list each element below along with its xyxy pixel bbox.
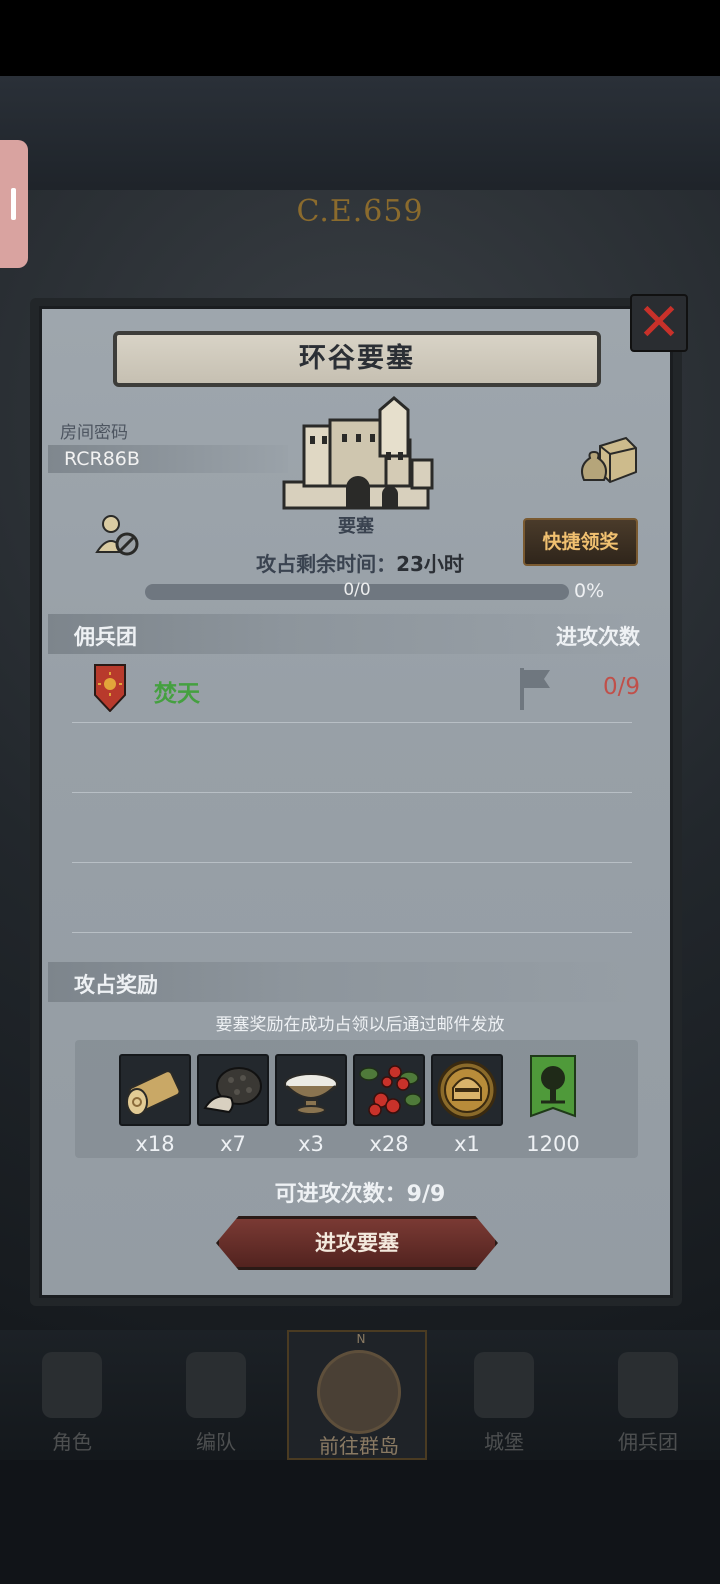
castle-icon (474, 1352, 534, 1418)
mercenary-header: 佣兵团 (74, 625, 137, 649)
ship-icon (618, 1352, 678, 1418)
knight-helmet-icon (437, 1060, 497, 1120)
available-attacks-label: 可进攻次数： (274, 1182, 407, 1207)
nav-item-mercenary[interactable]: 佣兵团 (576, 1330, 720, 1460)
era-year: C.E.659 (296, 194, 424, 229)
occupy-progress-text: 0/0 (343, 580, 371, 600)
remaining-time-value: 23小时 (396, 552, 464, 576)
reward-item[interactable]: x18 (119, 1054, 191, 1156)
side-drawer-handle[interactable] (0, 140, 28, 268)
berries-icon (359, 1065, 422, 1117)
room-code-value: RCR86B (48, 445, 288, 473)
reward-item[interactable]: 1200 (517, 1054, 589, 1156)
fortress-label: 要塞 (338, 516, 374, 537)
reward-qty: x28 (369, 1132, 409, 1156)
nav-item-character[interactable]: 角色 (0, 1330, 144, 1460)
reward-box (197, 1054, 269, 1126)
occupy-progress-percent: 0% (574, 580, 605, 602)
rewards-header: 攻占奖励 (74, 973, 158, 997)
fortress-icon (282, 396, 434, 510)
guild-name: 焚天 (154, 681, 200, 707)
truffle-icon (203, 1067, 262, 1114)
reward-item[interactable]: x28 (353, 1054, 425, 1156)
status-bar (0, 0, 720, 76)
nav-item-islands[interactable]: N 前往群岛 (287, 1330, 427, 1460)
divider (72, 862, 632, 863)
rewards-note: 要塞奖励在成功占领以后通过邮件发放 (215, 1015, 505, 1035)
attack-times-header: 进攻次数 (556, 625, 640, 649)
reward-qty: 1200 (526, 1132, 580, 1156)
reward-item[interactable]: x1 (431, 1054, 503, 1156)
divider (72, 792, 632, 793)
flag-icon (520, 668, 550, 710)
reward-qty: x18 (135, 1132, 175, 1156)
salt-bowl-icon (284, 1073, 338, 1115)
bottom-navigation: 角色 编队 N 前往群岛 城堡 佣兵团 (0, 1330, 720, 1460)
reward-box (517, 1054, 589, 1126)
helmet-squad-icon (186, 1352, 246, 1418)
green-tree-banner-icon (530, 1055, 576, 1118)
attack-fortress-button[interactable]: 进攻要塞 (216, 1216, 498, 1270)
guild-shield-icon (94, 664, 126, 712)
system-navigation-bar (0, 1460, 720, 1584)
guild-attack-count: 0/9 (602, 674, 640, 700)
reward-item[interactable]: x7 (197, 1054, 269, 1156)
reward-box (275, 1054, 347, 1126)
dialog-title: 环谷要塞 (299, 343, 415, 374)
divider (72, 932, 632, 933)
wood-log-icon (126, 1070, 181, 1116)
reward-qty: x3 (298, 1132, 324, 1156)
nav-label: 佣兵团 (618, 1430, 678, 1454)
reward-box (431, 1054, 503, 1126)
reward-box (353, 1054, 425, 1126)
available-attacks-value: 9/9 (406, 1182, 446, 1207)
nav-item-castle[interactable]: 城堡 (432, 1330, 576, 1460)
supplies-bag-icon[interactable] (578, 436, 638, 484)
compass-icon (317, 1350, 401, 1434)
nav-label: 编队 (196, 1430, 236, 1454)
available-attacks: 可进攻次数：9/9 (0, 1176, 720, 1208)
remaining-time: 攻占剩余时间：23小时 (0, 548, 720, 577)
handle-bar-icon (11, 188, 16, 220)
remaining-time-label: 攻占剩余时间： (256, 552, 397, 576)
reward-item[interactable]: x3 (275, 1054, 347, 1156)
nav-label: 前往群岛 (319, 1434, 399, 1458)
reward-box (119, 1054, 191, 1126)
title-plate: 环谷要塞 (113, 331, 601, 387)
nav-label: 城堡 (484, 1430, 524, 1454)
nav-item-formation[interactable]: 编队 (144, 1330, 288, 1460)
knight-icon (42, 1352, 102, 1418)
room-code-label: 房间密码 (60, 423, 128, 443)
close-icon: ✕ (637, 293, 681, 353)
nav-label: 角色 (52, 1430, 92, 1454)
reward-qty: x7 (220, 1132, 246, 1156)
close-button[interactable]: ✕ (630, 294, 688, 352)
reward-qty: x1 (454, 1132, 480, 1156)
divider (72, 722, 632, 723)
compass-north-letter: N (356, 1332, 366, 1346)
background-band (0, 76, 720, 196)
